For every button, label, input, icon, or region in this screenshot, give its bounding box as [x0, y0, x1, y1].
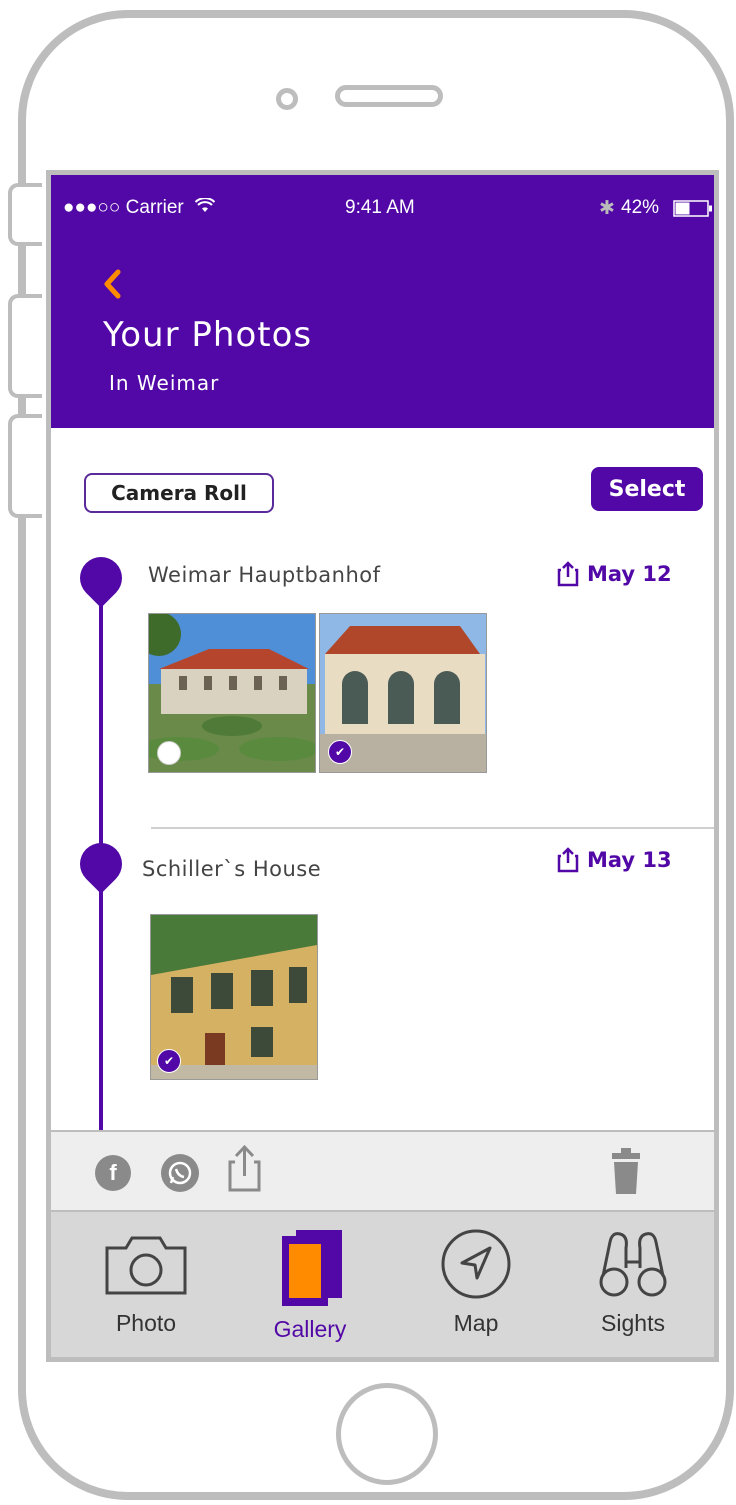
navigation-icon [441, 1229, 511, 1299]
volume-down-button [8, 414, 42, 518]
tab-label: Photo [115, 1310, 177, 1336]
share-icon [557, 847, 579, 873]
selected-check-icon[interactable]: ✔ [328, 740, 352, 764]
bluetooth-icon: ✱ [599, 198, 615, 219]
binoculars-icon [599, 1232, 667, 1297]
tab-map[interactable]: Map [396, 1212, 556, 1357]
tab-label: Gallery [273, 1316, 347, 1342]
tab-label: Map [453, 1310, 499, 1336]
date-share-button[interactable]: May 12 [557, 561, 672, 587]
whatsapp-icon[interactable] [161, 1154, 199, 1192]
location-title: Schiller`s House [142, 857, 322, 881]
map-pin-icon [71, 548, 131, 608]
header: ●●●○○ Carrier 9:41 AM ✱ 42% Your Photos … [51, 175, 714, 428]
date-share-button[interactable]: May 13 [557, 847, 672, 873]
tab-label: Sights [601, 1310, 665, 1336]
tab-sights[interactable]: Sights [553, 1212, 713, 1357]
page-subtitle: In Weimar [109, 371, 220, 395]
volume-up-button [8, 294, 42, 398]
tab-gallery[interactable]: Gallery [230, 1212, 390, 1357]
tab-bar: Photo Gallery Map Sights [51, 1210, 714, 1357]
app-screen: ●●●○○ Carrier 9:41 AM ✱ 42% Your Photos … [46, 170, 719, 1362]
chevron-left-icon [104, 269, 121, 299]
share-icon [557, 561, 579, 587]
date-label: May 12 [587, 562, 672, 586]
camera-icon [105, 1236, 187, 1295]
status-bar: ●●●○○ Carrier 9:41 AM ✱ 42% [63, 197, 714, 223]
earpiece-speaker [335, 85, 443, 107]
location-title: Weimar Hauptbanhof [148, 563, 381, 587]
battery-percent: 42% [621, 197, 660, 218]
map-pin-icon [71, 834, 131, 894]
facebook-icon[interactable]: f [95, 1155, 131, 1191]
select-button[interactable]: Select [591, 467, 703, 511]
mute-switch [8, 183, 42, 246]
date-label: May 13 [587, 848, 672, 872]
selection-circle[interactable] [157, 741, 181, 765]
carrier-label: ●●●○○ Carrier [63, 197, 184, 218]
divider [151, 827, 714, 829]
back-button[interactable] [103, 263, 123, 309]
photo-thumbnail[interactable] [148, 613, 316, 773]
wifi-icon [194, 197, 216, 218]
camera-roll-button[interactable]: Camera Roll [84, 473, 274, 513]
gallery-icon [282, 1230, 342, 1306]
clock: 9:41 AM [345, 197, 415, 218]
home-button[interactable] [336, 1383, 438, 1485]
action-bar: f [51, 1130, 714, 1212]
trash-icon[interactable] [611, 1148, 641, 1198]
photo-thumbnail[interactable]: ✔ [319, 613, 487, 773]
page-title: Your Photos [103, 315, 313, 355]
share-icon[interactable] [227, 1144, 263, 1198]
photo-thumbnail[interactable]: ✔ [150, 914, 318, 1080]
tab-photo[interactable]: Photo [66, 1212, 226, 1357]
selected-check-icon[interactable]: ✔ [157, 1049, 181, 1073]
front-camera [276, 88, 298, 110]
battery-icon [673, 200, 713, 223]
